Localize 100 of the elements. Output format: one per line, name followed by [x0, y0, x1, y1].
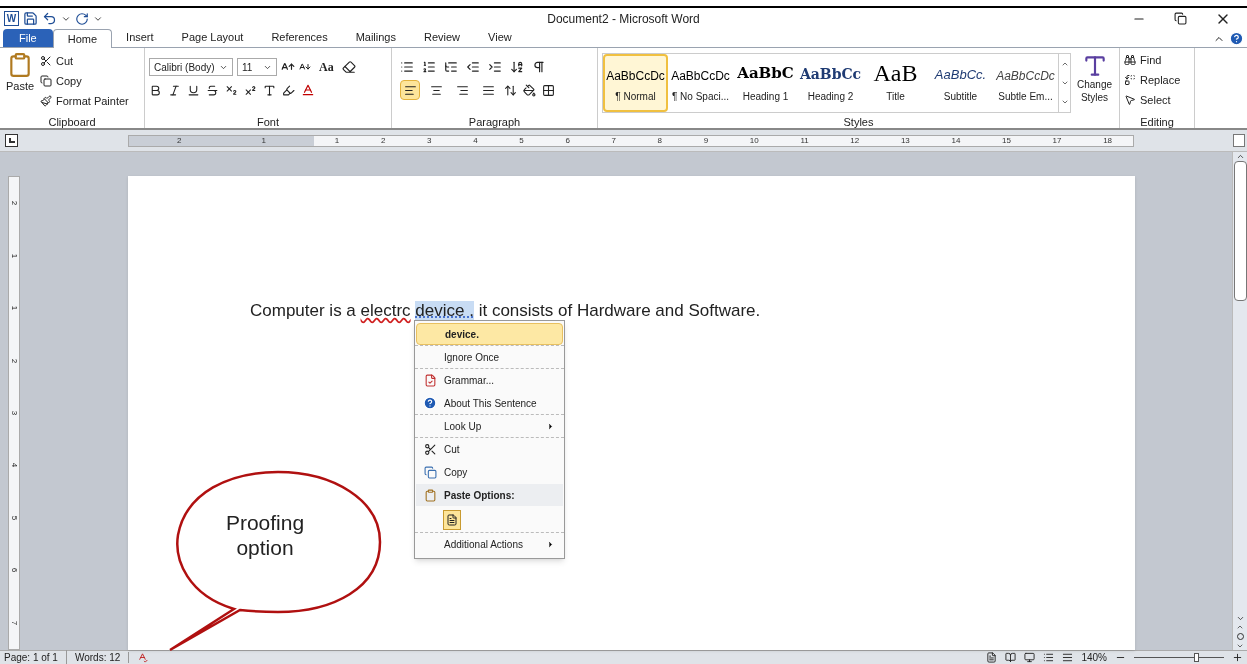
style-button[interactable]: AaBbCc. Subtitle: [928, 54, 993, 112]
change-styles-button[interactable]: Change Styles: [1074, 53, 1115, 104]
previous-page-icon[interactable]: [1236, 623, 1244, 631]
superscript-icon[interactable]: [244, 83, 257, 97]
style-button[interactable]: AaBbCcDc Subtle Em...: [993, 54, 1058, 112]
ribbon-tab[interactable]: References: [257, 28, 342, 47]
callout-text: Proofing option: [224, 510, 306, 560]
font-size-field[interactable]: 11: [237, 58, 277, 76]
style-button[interactable]: AaBbCcDc ¶ No Spaci...: [668, 54, 733, 112]
paste-keep-formatting-button[interactable]: [443, 509, 461, 530]
paste-button[interactable]: Paste: [4, 52, 36, 114]
next-page-icon[interactable]: [1236, 642, 1244, 650]
horizontal-ruler[interactable]: 2 1 1 2 3 4 5 6 7 8 9 10 11 12 13 14 15 17 18: [128, 134, 1134, 147]
menu-item[interactable]: About This Sentence: [416, 392, 563, 414]
clipboard-button[interactable]: Cut: [40, 52, 129, 70]
scrollbar-thumb[interactable]: [1233, 161, 1247, 301]
line-spacing-icon[interactable]: [504, 83, 517, 97]
menu-item[interactable]: Ignore Once: [416, 346, 563, 368]
file-tab[interactable]: File: [3, 29, 53, 47]
suggestion-menu-item[interactable]: device.: [416, 323, 563, 345]
menu-item[interactable]: Copy: [416, 461, 563, 483]
font-color-icon[interactable]: [301, 83, 315, 97]
menu-item[interactable]: Grammar...: [416, 369, 563, 391]
ruler-toggle-icon[interactable]: [1233, 134, 1245, 147]
menu-item[interactable]: Look Up: [416, 415, 563, 437]
word-count[interactable]: Words: 12: [65, 650, 121, 664]
decrease-indent-icon[interactable]: [466, 60, 480, 74]
ribbon-tab[interactable]: Insert: [112, 28, 168, 47]
pilcrow-icon[interactable]: [532, 60, 546, 74]
zoom-level[interactable]: 140%: [1081, 650, 1107, 664]
ribbon-tab[interactable]: Page Layout: [167, 28, 258, 47]
align-button[interactable]: [400, 80, 420, 100]
ruler-number: 3: [427, 134, 432, 147]
save-icon[interactable]: [23, 11, 38, 26]
strikethrough-icon[interactable]: [206, 83, 219, 97]
ruler-number: 8: [657, 134, 663, 147]
ribbon-tab[interactable]: Home: [52, 29, 113, 48]
ruler-number: 1: [9, 305, 20, 311]
bullets-icon[interactable]: [400, 60, 414, 74]
tab-selector-icon[interactable]: [5, 134, 18, 147]
vertical-ruler[interactable]: 2 1 1 2 3 4 5 6 7: [8, 176, 20, 650]
scroll-down-icon[interactable]: [1235, 614, 1245, 623]
ribbon-tab[interactable]: Review: [410, 28, 475, 47]
underline-icon[interactable]: [187, 83, 200, 97]
increase-indent-icon[interactable]: [488, 60, 502, 74]
replace-icon: [1124, 74, 1136, 86]
clear-formatting-icon[interactable]: [341, 60, 356, 74]
sort-icon[interactable]: [510, 60, 524, 74]
redo-icon[interactable]: [75, 11, 89, 26]
ruler-number: 7: [611, 134, 616, 147]
page-count[interactable]: Page: 1 of 1: [4, 650, 58, 664]
shading-icon[interactable]: [523, 83, 536, 97]
style-button[interactable]: AaB Title: [863, 54, 928, 112]
restore-icon[interactable]: [1174, 12, 1187, 25]
undo-icon[interactable]: [42, 11, 57, 26]
group-label: Editing: [1139, 115, 1175, 128]
proofing-icon[interactable]: [137, 652, 149, 663]
align-left-icon: [403, 83, 417, 97]
scroll-down-icon[interactable]: [1060, 79, 1069, 87]
text-effect-icon[interactable]: [263, 83, 276, 97]
style-button[interactable]: AaBbCcDc ¶ Normal: [603, 54, 668, 112]
reading-layout-icon[interactable]: [1005, 652, 1017, 663]
web-layout-icon[interactable]: [1024, 652, 1036, 663]
clipboard-button[interactable]: Format Painter: [40, 92, 129, 110]
editing-button[interactable]: Select: [1124, 90, 1190, 110]
copy-icon: [40, 75, 52, 87]
menu-item[interactable]: Cut: [416, 438, 563, 460]
print-layout-icon[interactable]: [986, 652, 998, 663]
ruler-number: 4: [9, 463, 20, 468]
bold-icon[interactable]: [149, 83, 162, 97]
help-icon[interactable]: [1229, 31, 1244, 46]
editing-button[interactable]: Replace: [1124, 70, 1190, 90]
style-button[interactable]: AaBbC Heading 1: [733, 54, 798, 112]
ribbon-tab[interactable]: Mailings: [341, 28, 410, 47]
group-label: Font: [256, 115, 280, 128]
draft-icon[interactable]: [1062, 652, 1074, 663]
clipboard-button[interactable]: Copy: [40, 72, 129, 90]
outline-icon[interactable]: [1043, 652, 1055, 663]
scissors-icon: [423, 442, 437, 456]
shrink-font-icon[interactable]: [299, 61, 311, 73]
menu-item[interactable]: Additional Actions: [416, 533, 563, 555]
ribbon-tab[interactable]: View: [474, 28, 526, 47]
font-name-field[interactable]: Calibri (Body): [149, 58, 233, 76]
clipboard-icon: [423, 488, 437, 502]
ruler-number: 2: [9, 358, 20, 363]
editing-button[interactable]: Find: [1124, 50, 1190, 70]
style-button[interactable]: AaBbCc Heading 2: [798, 54, 863, 112]
zoom-slider-thumb[interactable]: [1193, 653, 1199, 662]
subscript-icon[interactable]: [225, 83, 238, 97]
italic-icon[interactable]: [168, 83, 181, 97]
change-case-button[interactable]: Aa: [315, 58, 338, 76]
align-right-icon: [455, 83, 469, 97]
zoom-in-icon[interactable]: [1232, 652, 1243, 663]
multilevel-list-icon[interactable]: [444, 60, 458, 74]
highlighter-icon[interactable]: [282, 83, 295, 97]
pointer-icon: [1124, 94, 1136, 106]
vertical-scrollbar[interactable]: [1232, 152, 1247, 650]
borders-icon[interactable]: [542, 83, 555, 97]
scroll-up-icon[interactable]: [1235, 152, 1245, 161]
numbering-icon[interactable]: [422, 60, 436, 74]
